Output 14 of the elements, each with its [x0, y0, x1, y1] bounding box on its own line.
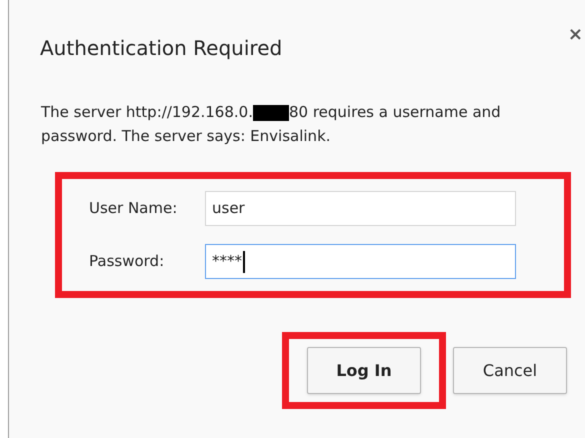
- server-message: The server http://192.168.0.: [41, 103, 253, 121]
- server-message-second-line: password. The server says: Envisalink.: [41, 126, 332, 147]
- close-button[interactable]: ×: [568, 26, 583, 44]
- server-message-continued: 80 requires a username and: [288, 103, 501, 121]
- field-label: Password:: [89, 251, 166, 272]
- text-cursor: [243, 250, 245, 272]
- login-button[interactable]: Log In: [307, 347, 421, 394]
- dialog-title: Authentication Required: [40, 35, 282, 62]
- field-value: user: [212, 198, 245, 220]
- cancel-button[interactable]: Cancel: [453, 347, 567, 394]
- field-label: User Name:: [89, 198, 178, 220]
- text-field[interactable]: ****: [205, 244, 516, 279]
- field-value: ****: [212, 251, 242, 272]
- text-field[interactable]: user: [205, 191, 516, 226]
